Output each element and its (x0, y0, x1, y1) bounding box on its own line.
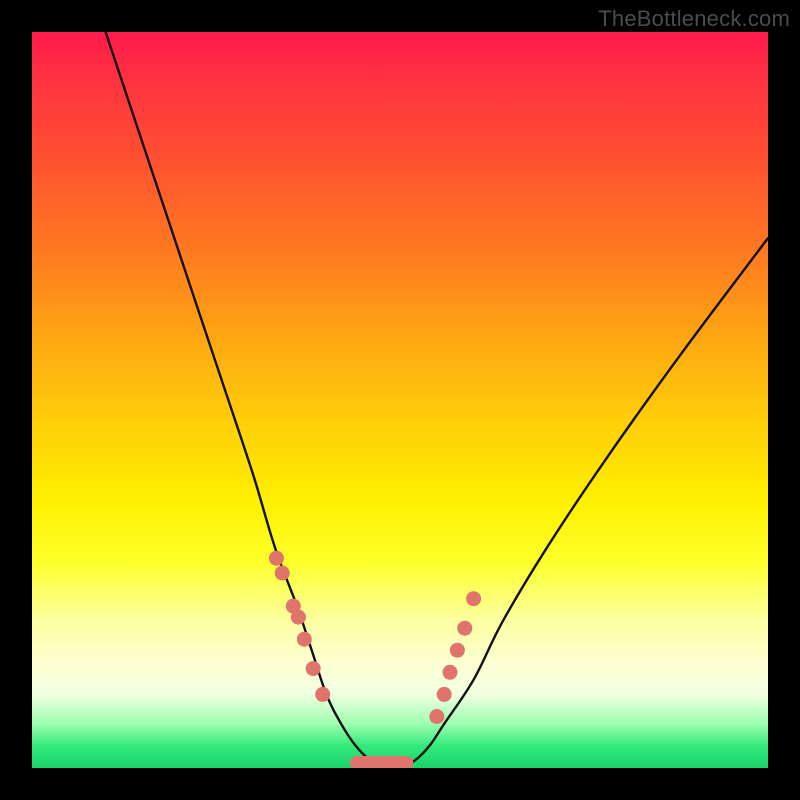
data-dot (291, 610, 306, 625)
data-dot (450, 643, 465, 658)
plot-area (32, 32, 768, 768)
valley-bar (350, 756, 414, 768)
data-dot (275, 566, 290, 581)
data-dot (269, 551, 284, 566)
data-dot (315, 687, 330, 702)
data-dot (306, 661, 321, 676)
data-dot (437, 687, 452, 702)
curve-svg (32, 32, 768, 768)
chart-frame: TheBottleneck.com (0, 0, 800, 800)
data-dot (466, 591, 481, 606)
data-dot (443, 665, 458, 680)
watermark-text: TheBottleneck.com (598, 6, 790, 32)
data-dot (457, 621, 472, 636)
data-dot (429, 709, 444, 724)
bottleneck-curve (106, 32, 768, 768)
data-dot (297, 632, 312, 647)
